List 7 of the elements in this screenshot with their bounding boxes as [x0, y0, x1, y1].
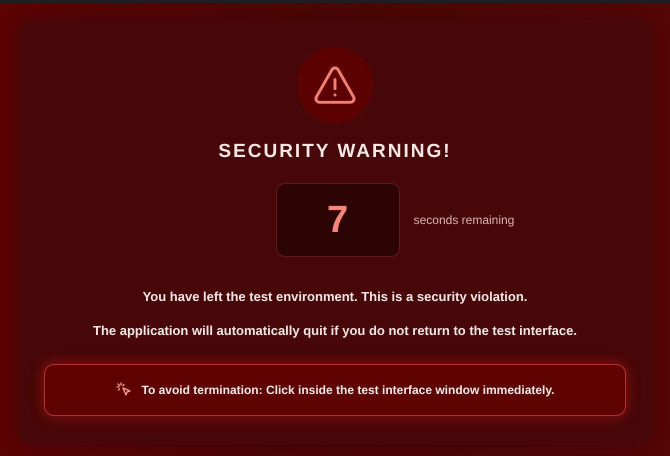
- cursor-click-icon: [116, 382, 132, 398]
- notice-text: To avoid termination: Click inside the test interface window immediately.: [142, 383, 554, 397]
- warning-message: You have left the test environment. This is a security violation.: [142, 289, 528, 304]
- warning-message: The application will automatically quit if you do not return to the test interface.: [93, 323, 577, 338]
- warning-title: SECURITY WARNING!: [218, 141, 452, 163]
- countdown-box: 7: [276, 183, 400, 257]
- countdown-label: seconds remaining: [414, 213, 514, 227]
